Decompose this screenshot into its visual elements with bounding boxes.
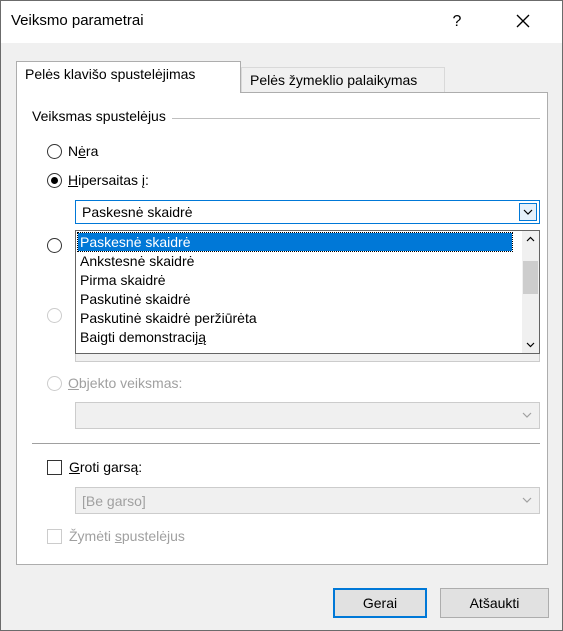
object-action-select-toggle <box>519 407 537 425</box>
dropdown-item[interactable]: Paskutinė skaidrė <box>78 290 191 308</box>
close-icon <box>516 14 530 28</box>
action-settings-dialog: Veiksmo parametrai ? Pelės žymeklio pala… <box>0 0 563 631</box>
scroll-down-button[interactable] <box>522 336 539 353</box>
none-radio[interactable] <box>47 144 62 159</box>
close-button[interactable] <box>506 7 540 37</box>
tab-mouse-over[interactable]: Pelės žymeklio palaikymas <box>241 67 445 93</box>
cancel-button[interactable]: Atšaukti <box>440 588 549 618</box>
run-program-radio[interactable] <box>47 238 62 253</box>
dropdown-item[interactable]: Ankstesnė skaidrė <box>78 252 194 270</box>
play-sound-label[interactable]: Groti garsą: <box>69 459 142 475</box>
chevron-up-icon <box>526 236 535 242</box>
chevron-down-icon <box>522 412 532 418</box>
object-action-label: Objekto veiksmas: <box>68 375 183 391</box>
scroll-thumb[interactable] <box>523 261 538 294</box>
object-action-radio <box>47 376 62 391</box>
dropdown-item[interactable]: Paskesnė skaidrė <box>77 232 513 252</box>
tab-mouse-click[interactable]: Pelės klavišo spustelėjimas <box>16 61 241 93</box>
highlight-click-label: Žymėti spustelėjus <box>69 528 185 544</box>
hyperlink-label[interactable]: Hipersaitas į: <box>68 172 149 188</box>
chevron-down-icon <box>526 342 535 348</box>
none-label[interactable]: Nėra <box>68 143 98 159</box>
highlight-click-checkbox <box>47 529 62 544</box>
hyperlink-dropdown-list[interactable]: Paskesnė skaidrė Ankstesnė skaidrė Pirma… <box>75 230 540 354</box>
dialog-title: Veiksmo parametrai <box>11 12 144 29</box>
help-button[interactable]: ? <box>442 7 472 37</box>
chevron-down-icon <box>523 209 533 215</box>
hyperlink-select-toggle[interactable] <box>519 203 537 221</box>
ok-button[interactable]: Gerai <box>333 588 427 618</box>
dropdown-item[interactable]: Pirma skaidrė <box>78 271 166 289</box>
scroll-up-button[interactable] <box>522 231 539 248</box>
object-action-select <box>75 402 540 429</box>
section-divider <box>32 443 540 444</box>
chevron-down-icon <box>522 497 532 503</box>
dropdown-item[interactable]: Baigti demonstraciją <box>78 328 206 346</box>
dropdown-scrollbar[interactable] <box>522 231 539 353</box>
run-macro-radio <box>47 308 62 323</box>
dropdown-item[interactable]: Paskutinė skaidrė peržiūrėta <box>78 309 257 327</box>
sound-select-toggle <box>519 492 537 510</box>
sound-select-value: [Be garso] <box>82 493 146 509</box>
action-group-label: Veiksmas spustelėjus <box>32 108 172 124</box>
hyperlink-radio[interactable] <box>47 173 62 188</box>
title-bar: Veiksmo parametrai ? <box>1 1 562 43</box>
sound-select: [Be garso] <box>75 487 540 514</box>
hyperlink-select[interactable]: Paskesnė skaidrė <box>75 200 540 224</box>
hyperlink-select-value: Paskesnė skaidrė <box>82 204 193 220</box>
play-sound-checkbox[interactable] <box>47 460 62 475</box>
